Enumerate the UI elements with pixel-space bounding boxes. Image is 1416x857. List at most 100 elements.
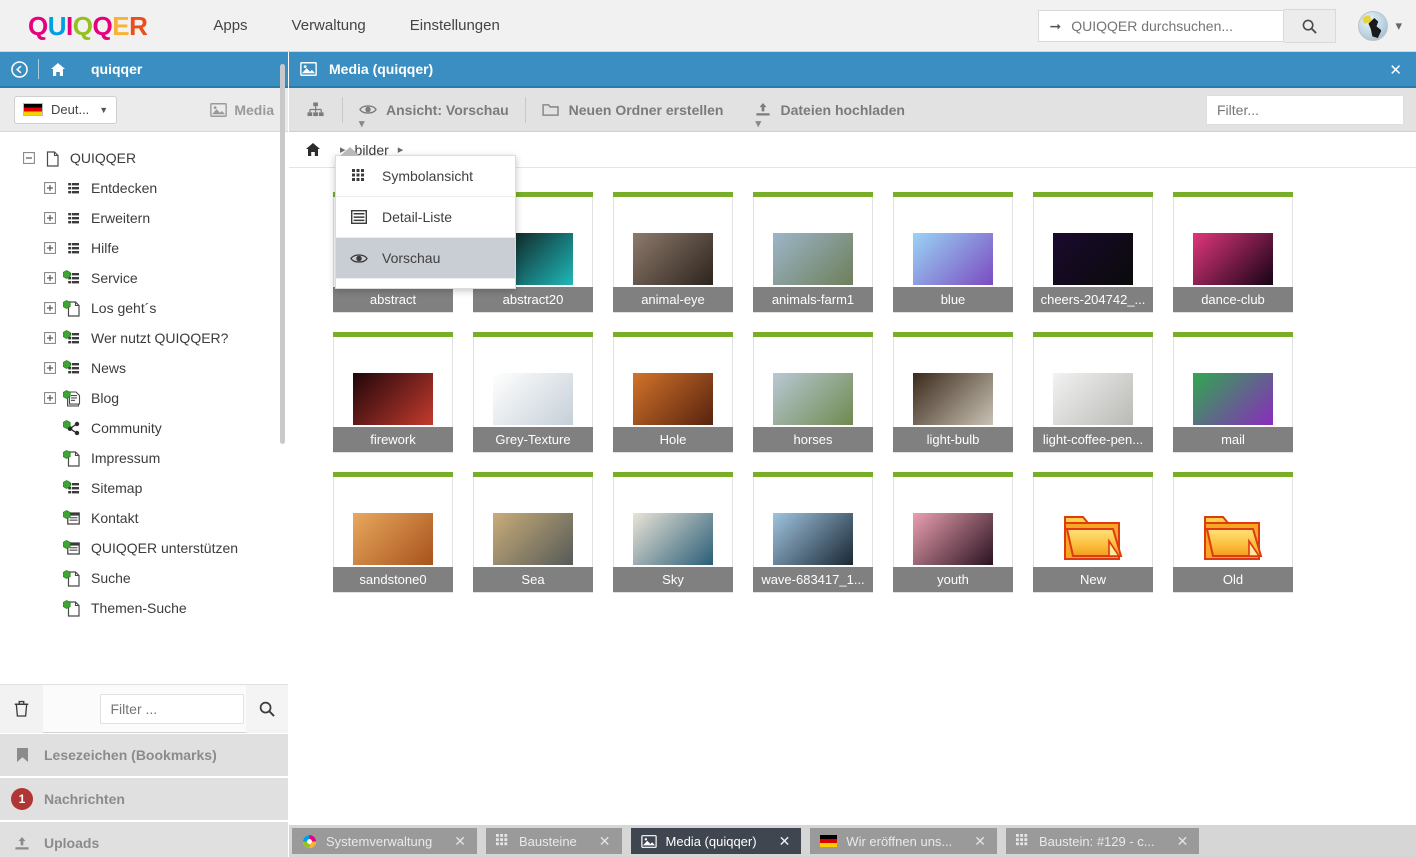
taskbar-item-wir-eroeffnen[interactable]: Wir eröffnen uns...✕ [810,828,997,854]
close-icon[interactable]: ✕ [454,833,466,850]
nav-einstellungen[interactable]: Einstellungen [388,17,522,34]
search-input[interactable] [1071,18,1261,34]
tree-scrollbar[interactable] [280,64,285,444]
close-icon[interactable]: ✕ [779,833,791,850]
view-menu-item-symbolansicht[interactable]: Symbolansicht [336,156,515,197]
close-icon[interactable]: ✕ [1389,52,1402,88]
taskbar-item-systemverwaltung[interactable]: Systemverwaltung✕ [292,828,477,854]
language-selector[interactable]: Deut... ▼ [14,96,117,124]
search-button[interactable] [1284,9,1336,43]
sidebar-button-uploads[interactable]: Uploads [0,822,288,857]
media-tile-youth[interactable]: youth [893,472,1013,593]
back-circle-icon[interactable] [0,61,38,78]
tree-item-2[interactable]: Erweitern [0,203,288,233]
plus-icon[interactable] [43,332,56,345]
tree-item-12[interactable]: Kontakt [0,503,288,533]
avatar[interactable] [1358,11,1388,41]
search-box[interactable]: ➞ [1038,10,1284,42]
upload-files-button[interactable]: Dateien hochladen ▾ [739,88,920,132]
tree-item-13[interactable]: QUIQQER unterstützen [0,533,288,563]
plus-icon[interactable] [43,182,56,195]
nav-apps[interactable]: Apps [191,17,269,34]
view-mode-label: Ansicht: Vorschau [386,102,509,118]
tree-toggle-none [43,482,56,495]
home-icon[interactable] [305,142,321,157]
media-tile-sky[interactable]: Sky [613,472,733,593]
plus-icon[interactable] [43,272,56,285]
tree-item-4[interactable]: Service [0,263,288,293]
view-menu-item-label: Detail-Liste [382,209,452,225]
quiqqer-logo[interactable]: QUIQQER [28,13,147,39]
nav-verwaltung[interactable]: Verwaltung [270,17,388,34]
media-tile-firework[interactable]: firework [333,332,453,453]
tree-item-10[interactable]: Impressum [0,443,288,473]
media-tile-wave[interactable]: wave-683417_1... [753,472,873,593]
tree-item-3[interactable]: Hilfe [0,233,288,263]
media-tile-horses[interactable]: horses [753,332,873,453]
tree-item-7[interactable]: News [0,353,288,383]
media-tile-folder-old[interactable]: Old [1173,472,1293,593]
tree-item-14[interactable]: Suche [0,563,288,593]
tree-item-8[interactable]: Blog [0,383,288,413]
view-menu-item-detail-liste[interactable]: Detail-Liste [336,197,515,238]
site-tree[interactable]: QUIQQEREntdeckenErweiternHilfeServiceLos… [0,133,288,657]
view-mode-button[interactable]: Ansicht: Vorschau ▾ [343,88,525,132]
sidebar-button-bookmarks[interactable]: Lesezeichen (Bookmarks) [0,734,288,778]
plus-icon[interactable] [43,392,56,405]
new-folder-button[interactable]: Neuen Ordner erstellen [526,88,740,132]
media-tile-hole[interactable]: Hole [613,332,733,453]
tree-item-9[interactable]: Community [0,413,288,443]
media-filter-input[interactable] [1206,95,1404,125]
plus-icon[interactable] [43,362,56,375]
media-tile-blue[interactable]: blue [893,192,1013,313]
tile-label: light-coffee-pen... [1033,427,1153,452]
taskbar: Systemverwaltung✕Bausteine✕Media (quiqqe… [289,825,1416,857]
media-button[interactable]: Media [210,102,274,118]
view-mode-dropdown[interactable]: Symbolansicht Detail-Liste Vorschau [335,155,516,289]
tree-item-15[interactable]: Themen-Suche [0,593,288,623]
tree-item-11[interactable]: Sitemap [0,473,288,503]
page-icon-linked [63,570,82,587]
taskbar-item-media[interactable]: Media (quiqqer)✕ [631,828,802,854]
tile-label: cheers-204742_... [1033,287,1153,312]
close-icon[interactable]: ✕ [599,833,611,850]
tree-item-6[interactable]: Wer nutzt QUIQQER? [0,323,288,353]
taskbar-item-bausteine[interactable]: Bausteine ✕ [486,828,622,854]
close-icon[interactable]: ✕ [974,833,986,850]
media-tile-folder-new[interactable]: New [1033,472,1153,593]
sidebar-button-messages[interactable]: 1 Nachrichten [0,778,288,822]
plus-icon[interactable] [43,242,56,255]
media-tile-cheers[interactable]: cheers-204742_... [1033,192,1153,313]
logo-letter-4: Q [92,13,112,39]
tree-item-1[interactable]: Entdecken [0,173,288,203]
minus-icon[interactable] [22,152,35,165]
tree-filter-input[interactable] [100,694,244,724]
tree-filter-search-button[interactable] [246,685,289,733]
media-tile-sea[interactable]: Sea [473,472,593,593]
media-tile-animals-farm1[interactable]: animals-farm1 [753,192,873,313]
close-icon[interactable]: ✕ [1177,833,1189,850]
media-tile-sandstone0[interactable]: sandstone0 [333,472,453,593]
media-tile-dance-club[interactable]: dance-club [1173,192,1293,313]
tile-label: Old [1173,567,1293,592]
media-tile-mail[interactable]: mail [1173,332,1293,453]
trash-icon[interactable] [0,685,43,733]
view-menu-item-vorschau[interactable]: Vorschau [336,238,515,279]
tree-item-0[interactable]: QUIQQER [0,143,288,173]
user-menu[interactable]: ▾ [1358,11,1402,41]
media-tile-light-bulb[interactable]: light-bulb [893,332,1013,453]
media-tile-light-coffee-pen[interactable]: light-coffee-pen... [1033,332,1153,453]
dropdown-padding [336,279,515,288]
chevron-down-icon: ▾ [1395,18,1402,34]
sitemap-button[interactable] [289,88,342,132]
plus-icon[interactable] [43,212,56,225]
global-search: ➞ [1038,9,1336,43]
tree-item-5[interactable]: Los geht´s [0,293,288,323]
tile-thumbnail [1053,373,1133,425]
plus-icon[interactable] [43,302,56,315]
media-tile-grey-texture[interactable]: Grey-Texture [473,332,593,453]
taskbar-item-label: Bausteine [519,834,577,849]
media-tile-animal-eye[interactable]: animal-eye [613,192,733,313]
arrow-right-icon: ➞ [1049,18,1061,35]
taskbar-item-baustein-129[interactable]: Baustein: #129 - c...✕ [1006,828,1199,854]
